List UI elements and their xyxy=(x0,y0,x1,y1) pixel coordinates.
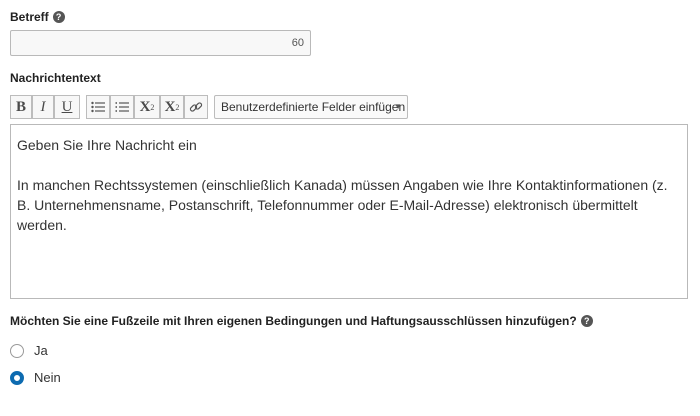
italic-button[interactable]: I xyxy=(32,95,54,119)
radio-option-yes[interactable]: Ja xyxy=(10,343,48,358)
radio-button-selected[interactable] xyxy=(10,370,24,385)
radio-option-no[interactable]: Nein xyxy=(10,370,61,385)
custom-fields-dropdown[interactable]: Benutzerdefinierte Felder einfügen ▼ xyxy=(214,95,408,119)
subject-input[interactable]: 60 xyxy=(10,30,311,56)
caret-down-icon: ▼ xyxy=(394,102,402,111)
help-icon[interactable]: ? xyxy=(580,315,593,327)
character-count: 60 xyxy=(291,37,304,49)
subscript-button[interactable]: X2 xyxy=(160,95,184,119)
superscript-button[interactable]: X2 xyxy=(134,95,160,119)
message-editor[interactable]: Geben Sie Ihre Nachricht ein In manchen … xyxy=(10,124,688,299)
link-button[interactable] xyxy=(184,95,208,119)
message-body-line: Geben Sie Ihre Nachricht ein xyxy=(17,137,197,153)
radio-button[interactable] xyxy=(10,343,24,358)
numbered-list-icon xyxy=(115,102,129,112)
subject-label: Betreff? xyxy=(10,10,65,24)
link-icon xyxy=(189,102,203,112)
bulleted-list-button[interactable] xyxy=(86,95,110,119)
message-label: Nachrichtentext xyxy=(10,71,101,85)
underline-button[interactable]: U xyxy=(54,95,80,119)
footer-question-label: Möchten Sie eine Fußzeile mit Ihren eige… xyxy=(10,314,593,328)
numbered-list-button[interactable] xyxy=(110,95,134,119)
bold-button[interactable]: B xyxy=(10,95,32,119)
message-body-paragraph: In manchen Rechtssystemen (einschließlic… xyxy=(17,177,668,233)
bulleted-list-icon xyxy=(91,101,105,113)
help-icon[interactable]: ? xyxy=(52,11,65,23)
